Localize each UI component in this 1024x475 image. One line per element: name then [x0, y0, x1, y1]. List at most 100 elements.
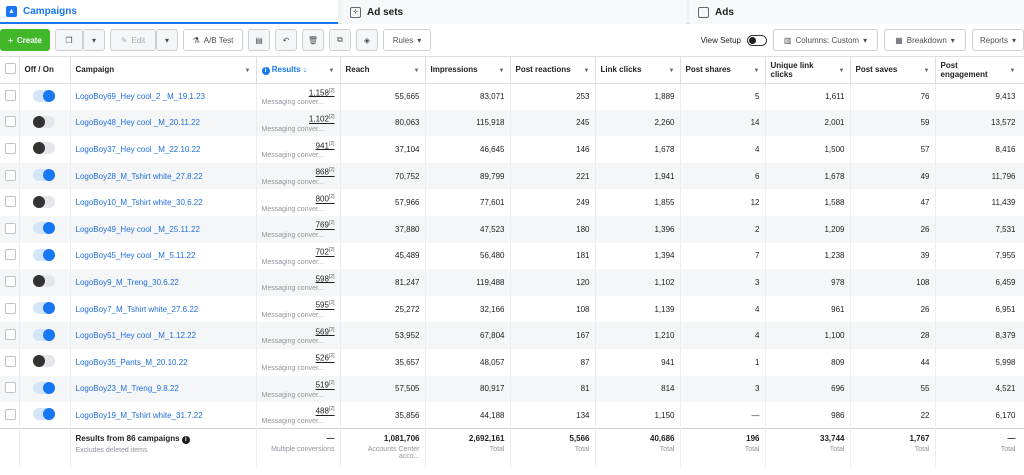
- row-checkbox[interactable]: [5, 275, 16, 287]
- row-checkbox[interactable]: [5, 222, 16, 234]
- table-row[interactable]: LogoBoy37_Hey cool _M_22.10.22 941[2] Mess…: [0, 136, 1024, 163]
- create-button[interactable]: + Create: [0, 29, 50, 51]
- campaign-name-link[interactable]: LogoBoy37_Hey cool _M_22.10.22: [76, 145, 201, 154]
- campaign-name-link[interactable]: LogoBoy35_Pants_M_20.10.22: [76, 358, 188, 367]
- tag-button[interactable]: ◈: [356, 29, 378, 51]
- row-checkbox[interactable]: [5, 249, 16, 261]
- delete-button[interactable]: 🗑: [302, 29, 324, 51]
- results-value[interactable]: 868: [316, 168, 329, 177]
- table-row[interactable]: LogoBoy35_Pants_M_20.10.22 526[2] Messagin…: [0, 348, 1024, 376]
- campaign-name-link[interactable]: LogoBoy10_M_Tshirt white_30.6.22: [76, 198, 203, 207]
- flask-icon: ⚗: [192, 35, 200, 45]
- select-all-checkbox[interactable]: [5, 63, 16, 75]
- table-row[interactable]: LogoBoy51_Hey cool _M_1.12.22 569[2] Messa…: [0, 322, 1024, 349]
- campaign-name-link[interactable]: LogoBoy69_Hey cool_2 _M_19.1.23: [76, 92, 205, 101]
- results-value[interactable]: 800: [316, 195, 329, 204]
- table-row[interactable]: LogoBoy48_Hey cool _M_20.11.22 1,102[2] Me…: [0, 109, 1024, 137]
- row-select-cell: [0, 242, 20, 270]
- results-value[interactable]: 526: [316, 354, 329, 363]
- col-link-clicks[interactable]: Link clicks ▼: [595, 57, 681, 84]
- results-value[interactable]: 569: [316, 327, 329, 336]
- columns-button[interactable]: ▥ Columns: Custom ▾: [773, 29, 878, 51]
- results-value[interactable]: 1,102: [309, 115, 329, 124]
- table-row[interactable]: LogoBoy23_M_Treng_9.8.22 519[2] Messaging …: [0, 375, 1024, 403]
- results-value[interactable]: 488: [316, 407, 329, 416]
- row-checkbox[interactable]: [5, 90, 16, 102]
- results-value[interactable]: 769: [316, 221, 329, 230]
- breakdown-button[interactable]: ▦ Breakdown ▾: [884, 29, 966, 51]
- delivery-toggle[interactable]: [32, 89, 55, 102]
- col-post-reactions[interactable]: Post reactions ▼: [510, 57, 596, 84]
- preview-button[interactable]: ⧉: [329, 29, 351, 51]
- table-row[interactable]: LogoBoy49_Hey cool _M_25.11.22 769[2] Mess…: [0, 215, 1024, 243]
- col-post-shares[interactable]: Post shares ▼: [680, 57, 766, 84]
- campaign-name-link[interactable]: LogoBoy49_Hey cool _M_25.11.22: [76, 225, 200, 234]
- col-impressions[interactable]: Impressions ▼: [425, 57, 511, 84]
- delivery-toggle[interactable]: [32, 195, 55, 208]
- delivery-toggle[interactable]: [32, 275, 55, 288]
- row-checkbox[interactable]: [5, 329, 16, 341]
- delivery-toggle[interactable]: [32, 115, 55, 128]
- col-results[interactable]: i Results ↓ ▼: [256, 57, 341, 84]
- campaign-name-link[interactable]: LogoBoy7_M_Tshirt white_27.6.22: [76, 305, 199, 314]
- campaign-name-link[interactable]: LogoBoy9_M_Treng_30.6.22: [76, 278, 179, 287]
- campaign-name-link[interactable]: LogoBoy48_Hey cool _M_20.11.22: [76, 118, 200, 127]
- tab-ads[interactable]: Ads: [690, 0, 1024, 24]
- table-row[interactable]: LogoBoy69_Hey cool_2 _M_19.1.23 1,158[2] M…: [0, 83, 1024, 110]
- col-unique-link-clicks[interactable]: Unique link clicks ▼: [765, 57, 851, 84]
- table-row[interactable]: LogoBoy45_Hey cool _M_5.11.22 702[2] Messa…: [0, 242, 1024, 270]
- delivery-toggle[interactable]: [32, 222, 55, 235]
- col-post-saves[interactable]: Post saves ▼: [850, 57, 936, 84]
- clipboard-button[interactable]: ▤: [248, 29, 270, 51]
- table-row[interactable]: LogoBoy28_M_Tshirt white_27.8.22 868[2] Me…: [0, 162, 1024, 190]
- row-checkbox[interactable]: [5, 355, 16, 367]
- campaign-name-link[interactable]: LogoBoy45_Hey cool _M_5.11.22: [76, 251, 196, 260]
- table-row[interactable]: LogoBoy19_M_Tshirt white_31.7.22 488[2] Me…: [0, 402, 1024, 429]
- delivery-toggle[interactable]: [32, 142, 55, 155]
- delivery-toggle[interactable]: [32, 381, 55, 394]
- edit-button[interactable]: ✎ Edit: [110, 29, 156, 51]
- delivery-toggle[interactable]: [32, 169, 55, 182]
- row-checkbox[interactable]: [5, 116, 16, 128]
- results-value[interactable]: 702: [316, 248, 329, 257]
- table-row[interactable]: LogoBoy7_M_Tshirt white_27.6.22 595[2] Mes…: [0, 295, 1024, 323]
- reach-cell: 57,505: [340, 375, 426, 403]
- delivery-toggle[interactable]: [32, 355, 55, 368]
- campaign-name-link[interactable]: LogoBoy51_Hey cool _M_1.12.22: [76, 331, 197, 340]
- campaign-name-link[interactable]: LogoBoy28_M_Tshirt white_27.8.22: [76, 172, 203, 181]
- col-post-engagement[interactable]: Post engagement ▼: [935, 57, 1024, 84]
- view-setup-toggle[interactable]: [747, 34, 767, 46]
- col-offon[interactable]: Off / On: [19, 57, 71, 84]
- duplicate-button[interactable]: ❐: [55, 29, 83, 51]
- table-row[interactable]: LogoBoy10_M_Tshirt white_30.6.22 800[2] Me…: [0, 189, 1024, 216]
- duplicate-dropdown[interactable]: ▾: [83, 29, 105, 51]
- row-checkbox[interactable]: [5, 169, 16, 181]
- campaign-name-link[interactable]: LogoBoy23_M_Treng_9.8.22: [76, 384, 179, 393]
- row-checkbox[interactable]: [5, 196, 16, 208]
- campaign-name-link[interactable]: LogoBoy19_M_Tshirt white_31.7.22: [76, 411, 203, 420]
- rules-button[interactable]: Rules ▾: [383, 29, 431, 51]
- delivery-toggle[interactable]: [32, 248, 55, 261]
- results-value[interactable]: 598: [316, 274, 329, 283]
- results-value[interactable]: 1,158: [309, 88, 329, 97]
- undo-button[interactable]: ↶: [275, 29, 297, 51]
- results-value[interactable]: 519: [316, 381, 329, 390]
- row-checkbox[interactable]: [5, 302, 16, 314]
- table-row[interactable]: LogoBoy9_M_Treng_30.6.22 598[2] Messaging …: [0, 269, 1024, 296]
- results-value[interactable]: 595: [316, 301, 329, 310]
- ab-test-button[interactable]: ⚗ A/B Test: [183, 29, 243, 51]
- row-checkbox[interactable]: [5, 408, 16, 420]
- tab-adsets[interactable]: ⁘ Ad sets: [342, 0, 686, 24]
- reports-button[interactable]: Reports ▾: [972, 29, 1024, 51]
- col-campaign[interactable]: Campaign ▼: [70, 57, 257, 84]
- col-reach[interactable]: Reach ▼: [340, 57, 426, 84]
- delivery-toggle[interactable]: [32, 302, 55, 315]
- row-checkbox[interactable]: [5, 142, 16, 154]
- results-value[interactable]: 941: [316, 141, 329, 150]
- delivery-toggle[interactable]: [32, 328, 55, 341]
- row-checkbox[interactable]: [5, 382, 16, 394]
- info-icon[interactable]: i: [181, 436, 190, 445]
- delivery-toggle[interactable]: [32, 408, 55, 421]
- edit-dropdown[interactable]: ▾: [156, 29, 178, 51]
- tab-campaigns[interactable]: ▲ Campaigns: [0, 0, 338, 24]
